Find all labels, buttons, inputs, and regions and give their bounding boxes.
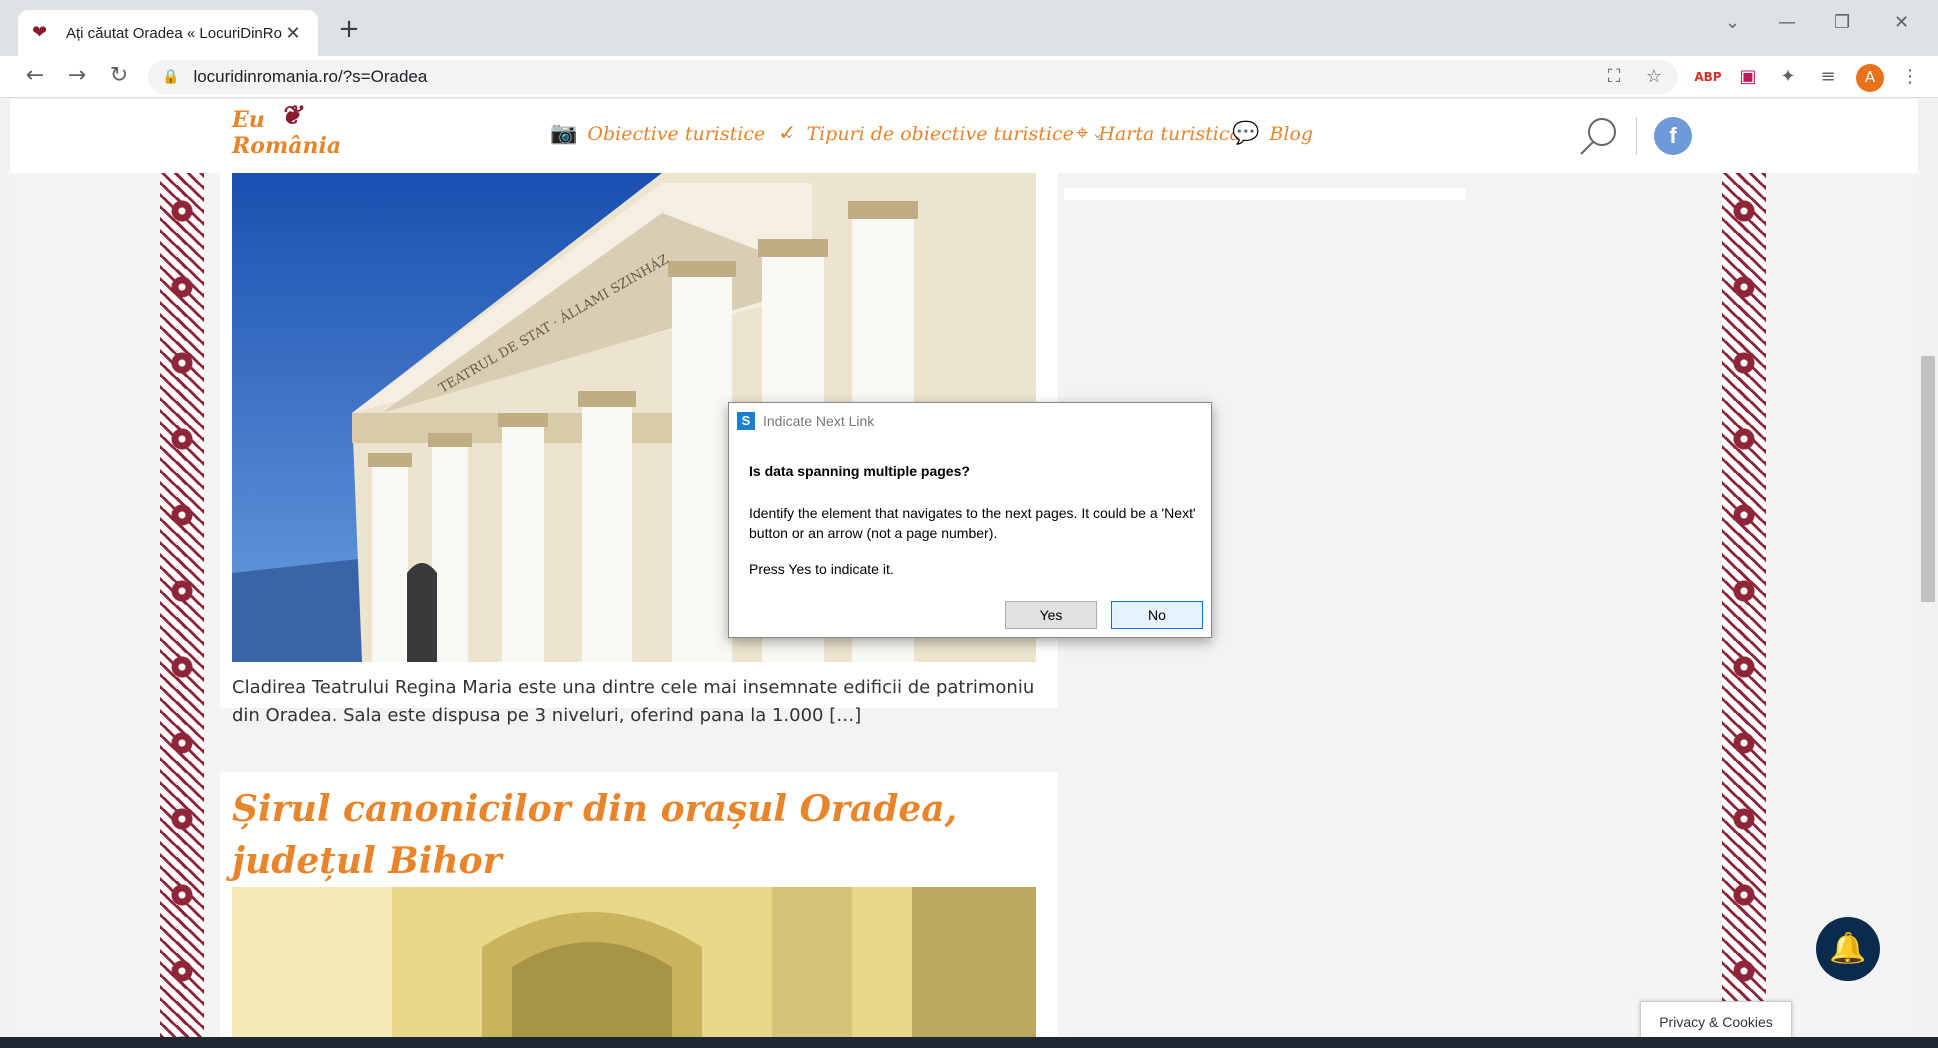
- no-button[interactable]: No: [1111, 601, 1203, 629]
- browser-tab[interactable]: ❤ Ați căutat Oradea « LocuriDinRomania ✕: [18, 10, 318, 56]
- menu-item-blog[interactable]: 💬 Blog: [1232, 121, 1313, 146]
- dialog-instruction: Press Yes to indicate it.: [749, 561, 894, 577]
- menu-item-tipuri[interactable]: ✓ Tipuri de obiective turistice ⌄: [778, 121, 1104, 146]
- pocket-icon[interactable]: ▣: [1734, 64, 1762, 92]
- camera-icon: 📷: [550, 121, 578, 146]
- dialog-body: Identify the element that navigates to t…: [749, 505, 1196, 541]
- dialog-titlebar: S Indicate Next Link: [729, 403, 1211, 439]
- back-icon[interactable]: ←: [20, 62, 50, 92]
- indicate-next-link-dialog: S Indicate Next Link Is data spanning mu…: [728, 402, 1212, 638]
- os-taskbar: [0, 1037, 1938, 1048]
- post-title-link[interactable]: Șirul canonicilor din orașul Oradea, jud…: [232, 783, 1036, 887]
- app-logo-icon: S: [737, 412, 755, 430]
- dialog-question: Is data spanning multiple pages?: [749, 463, 970, 479]
- reload-icon[interactable]: ↻: [104, 62, 134, 92]
- sidebar-widget: [1064, 188, 1466, 200]
- logo-line-2: România: [232, 133, 342, 159]
- adblock-icon[interactable]: ABP: [1694, 64, 1722, 92]
- forward-icon[interactable]: →: [62, 62, 92, 92]
- post-excerpt: Cladirea Teatrului Regina Maria este una…: [232, 677, 1035, 726]
- tab-title: Ați căutat Oradea « LocuriDinRomania: [66, 24, 282, 42]
- facebook-icon[interactable]: f: [1654, 117, 1692, 155]
- address-bar[interactable]: 🔒 locuridinromania.ro/?s=Oradea: [148, 60, 1678, 94]
- map-pin-icon: ⌖: [1076, 121, 1089, 146]
- site-logo[interactable]: ❦ Eu România: [232, 103, 342, 159]
- new-tab-button[interactable]: +: [333, 14, 365, 46]
- site-header: ❦ Eu România 📷 Obiective turistice ⌄ ✓ T…: [10, 99, 1928, 173]
- menu-kebab-icon[interactable]: ⋮: [1896, 64, 1924, 92]
- folk-border-left: [160, 173, 204, 1037]
- minimize-icon[interactable]: —: [1778, 12, 1796, 33]
- menu-label: Obiective turistice: [587, 122, 766, 145]
- close-tab-icon[interactable]: ✕: [282, 23, 304, 44]
- extensions-puzzle-icon[interactable]: ✦: [1774, 64, 1802, 92]
- translate-icon[interactable]: ⛶: [1600, 64, 1628, 92]
- notification-bell-icon[interactable]: 🔔: [1816, 917, 1880, 981]
- bookmark-star-icon[interactable]: ☆: [1640, 64, 1668, 92]
- menu-item-harta[interactable]: ⌖ Harta turistică: [1076, 121, 1241, 146]
- window-close-icon[interactable]: ✕: [1894, 12, 1909, 33]
- menu-label: Blog: [1269, 122, 1314, 145]
- folk-border-right: [1722, 173, 1766, 1037]
- heart-logo-icon: ❦: [280, 101, 302, 131]
- post-image-canonici[interactable]: [232, 887, 1036, 1037]
- chat-icon: 💬: [1232, 121, 1260, 146]
- tab-strip: ❤ Ați căutat Oradea « LocuriDinRomania ✕…: [0, 0, 1938, 56]
- privacy-cookies-button[interactable]: Privacy & Cookies Policy: [1640, 1001, 1792, 1037]
- dialog-title: Indicate Next Link: [763, 413, 875, 429]
- reading-list-icon[interactable]: ≡: [1814, 64, 1842, 92]
- scrollbar-thumb[interactable]: [1921, 356, 1935, 602]
- check-circle-icon: ✓: [778, 121, 797, 146]
- restore-icon[interactable]: ❐: [1834, 12, 1850, 33]
- url-text: locuridinromania.ro/?s=Oradea: [193, 67, 428, 86]
- yes-button[interactable]: Yes: [1005, 601, 1097, 629]
- menu-label: Tipuri de obiective turistice: [806, 122, 1074, 145]
- menu-label: Harta turistică: [1098, 122, 1241, 145]
- lock-icon: 🔒: [162, 69, 180, 85]
- menu-item-obiective[interactable]: 📷 Obiective turistice ⌄: [550, 121, 795, 146]
- divider: [1636, 117, 1637, 155]
- profile-avatar[interactable]: A: [1856, 64, 1884, 92]
- browser-toolbar: ← → ↻ 🔒 locuridinromania.ro/?s=Oradea ⛶ …: [0, 56, 1938, 98]
- tab-search-icon[interactable]: ⌄: [1725, 12, 1740, 33]
- search-icon[interactable]: [1578, 115, 1620, 157]
- site-favicon-icon: ❤: [32, 22, 48, 43]
